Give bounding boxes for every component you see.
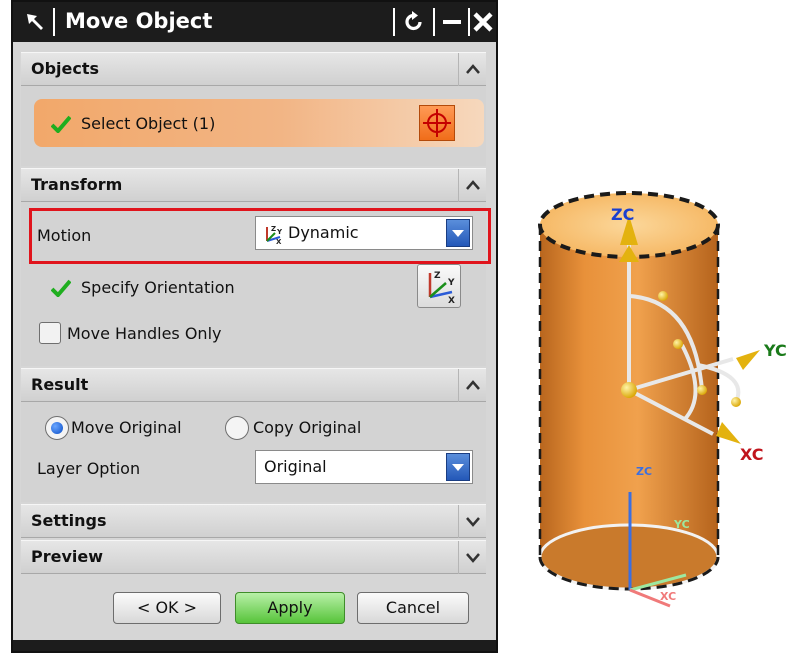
xc-triad-axis-label: XC — [660, 590, 676, 603]
section-result-header[interactable]: Result — [21, 368, 486, 402]
title-bar[interactable]: Move Object — [13, 2, 496, 42]
move-handles-only-checkbox[interactable] — [39, 322, 61, 344]
section-transform-label: Transform — [31, 175, 123, 194]
dialog-title: Move Object — [65, 9, 213, 33]
section-preview-header[interactable]: Preview — [21, 540, 486, 574]
motion-value: Dynamic — [288, 223, 359, 242]
title-separator — [53, 8, 55, 36]
apply-button[interactable]: Apply — [235, 592, 345, 624]
zc-top-axis-label: ZC — [611, 205, 634, 224]
ok-button[interactable]: < OK > — [113, 592, 221, 624]
section-transform-header[interactable]: Transform — [21, 168, 486, 202]
svg-text:X: X — [276, 238, 282, 245]
svg-text:Z: Z — [271, 225, 276, 233]
specify-orientation-button[interactable]: Z Y X — [417, 264, 461, 308]
crosshair-button[interactable] — [419, 105, 455, 141]
move-original-label: Move Original — [71, 418, 182, 437]
section-result-label: Result — [31, 375, 89, 394]
specify-orientation-label: Specify Orientation — [81, 278, 235, 297]
dialog-bottom-border — [13, 640, 496, 651]
svg-text:X: X — [448, 296, 455, 306]
reset-icon[interactable] — [399, 8, 429, 36]
section-objects-label: Objects — [31, 59, 100, 78]
checkmark-icon — [50, 279, 72, 298]
section-settings-label: Settings — [31, 511, 107, 530]
motion-dropdown[interactable]: Z Y X Dynamic — [255, 216, 473, 250]
zc-triad-axis-label: ZC — [636, 465, 652, 478]
svg-text:Y: Y — [447, 278, 455, 288]
layer-option-dropdown[interactable]: Original — [255, 450, 473, 484]
collapse-chevron-up-icon[interactable] — [458, 53, 486, 86]
dropdown-arrow-icon[interactable] — [446, 453, 470, 481]
expand-chevron-down-icon[interactable] — [458, 541, 486, 574]
select-object-label: Select Object (1) — [81, 114, 216, 133]
minimize-icon[interactable] — [437, 8, 467, 36]
collapse-chevron-up-icon[interactable] — [458, 169, 486, 202]
section-settings-header[interactable]: Settings — [21, 504, 486, 538]
xc-handle-axis-label: XC — [740, 445, 764, 464]
move-original-radio[interactable] — [45, 416, 69, 440]
csys-orientation-icon: Z Y X — [428, 271, 455, 306]
yc-triad-axis-label: YC — [673, 518, 690, 531]
move-handles-only-label: Move Handles Only — [67, 324, 222, 343]
move-object-dialog: Move Object Objects Select Object (1) Tr… — [11, 0, 498, 653]
cancel-button[interactable]: Cancel — [357, 592, 469, 624]
yc-handle-axis-label: YC — [763, 341, 787, 360]
dynamic-csys-icon: Z Y X — [262, 223, 284, 249]
expand-chevron-down-icon[interactable] — [458, 505, 486, 538]
close-icon[interactable] — [468, 8, 498, 36]
title-separator — [433, 8, 435, 36]
svg-text:Y: Y — [276, 228, 283, 236]
layer-option-value: Original — [264, 457, 327, 476]
collapse-chevron-up-icon[interactable] — [458, 369, 486, 402]
section-objects-header[interactable]: Objects — [21, 52, 486, 86]
copy-original-radio[interactable] — [225, 416, 249, 440]
title-separator — [393, 8, 395, 36]
svg-text:Z: Z — [434, 271, 441, 281]
crosshair-icon — [423, 109, 451, 137]
graphics-viewport[interactable]: ZC YC XC ZC YC XC — [498, 0, 794, 653]
layer-option-label: Layer Option — [37, 459, 141, 478]
copy-original-label: Copy Original — [253, 418, 362, 437]
radio-selected-dot — [51, 422, 63, 434]
dropdown-arrow-icon[interactable] — [446, 219, 470, 247]
motion-label: Motion — [37, 226, 92, 245]
move-arrow-icon — [23, 10, 47, 34]
section-preview-label: Preview — [31, 547, 104, 566]
checkmark-icon — [50, 115, 72, 134]
